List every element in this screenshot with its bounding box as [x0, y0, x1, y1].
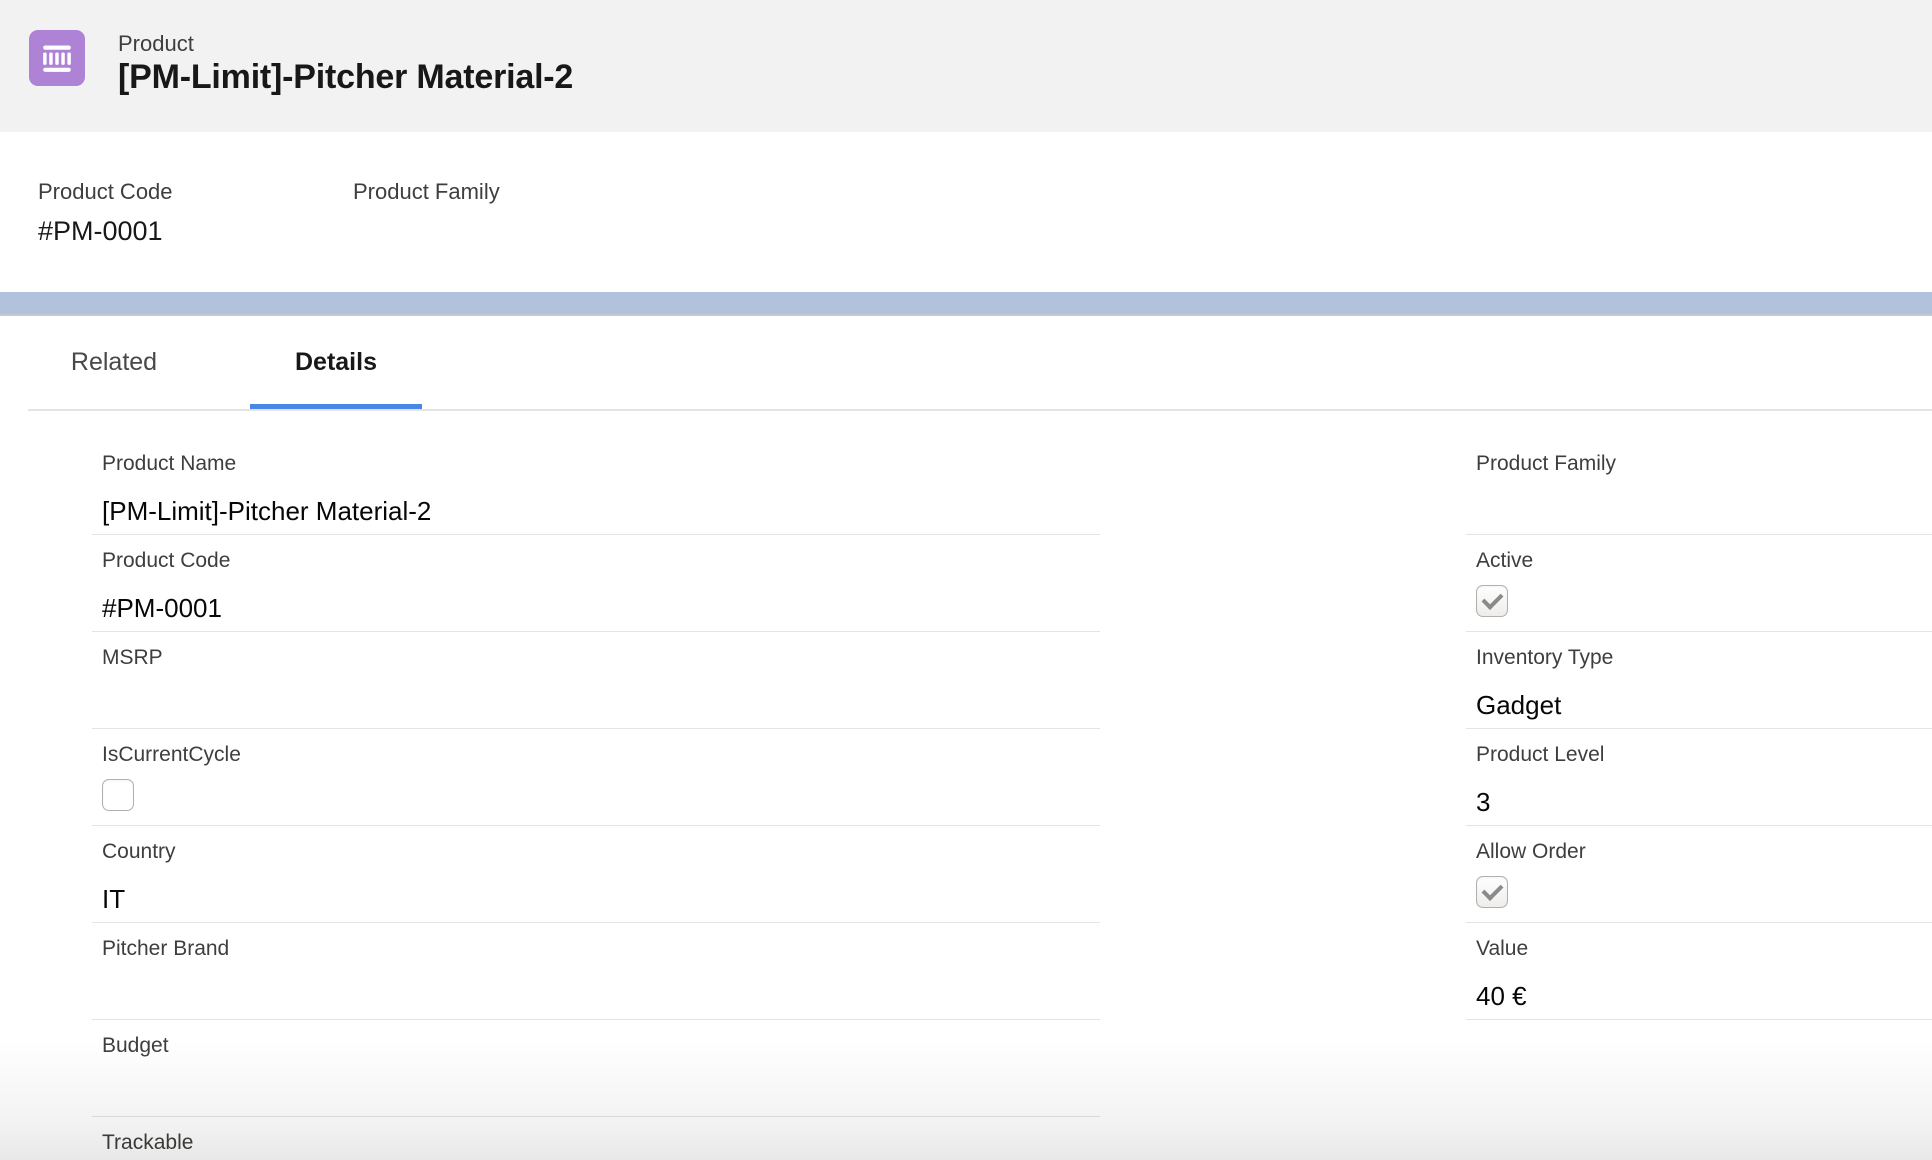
field-label: Inventory Type [1476, 645, 1932, 670]
tab-details[interactable]: Details [250, 316, 422, 409]
field-label: Trackable [102, 1130, 1100, 1155]
field-value: 3 [1476, 786, 1932, 819]
field-pitcher-brand: Pitcher Brand [92, 923, 1100, 1020]
details-left-column: Product Name [PM-Limit]-Pitcher Material… [92, 438, 1100, 1160]
field-label: Budget [102, 1033, 1100, 1058]
field-value [102, 1077, 1100, 1110]
details-right-column: Product Family Active Inventory Type Gad… [1466, 438, 1932, 1020]
field-label: Product Code [102, 548, 1100, 573]
field-label: Country [102, 839, 1100, 864]
field-label: Allow Order [1476, 839, 1932, 864]
field-label: Active [1476, 548, 1932, 573]
checkbox-checked-active[interactable] [1476, 585, 1508, 617]
field-label: Product Family [1476, 451, 1932, 476]
field-allow-order: Allow Order [1466, 826, 1932, 923]
field-product-level: Product Level 3 [1466, 729, 1932, 826]
field-label: Pitcher Brand [102, 936, 1100, 961]
field-value [1476, 876, 1932, 916]
field-msrp: MSRP [92, 632, 1100, 729]
section-divider-bar [0, 292, 1932, 316]
field-budget: Budget [92, 1020, 1100, 1117]
highlight-value: #PM-0001 [38, 215, 353, 248]
field-product-family: Product Family [1466, 438, 1932, 535]
field-value: IT [102, 883, 1100, 916]
field-trackable: Trackable [92, 1117, 1100, 1160]
record-title: [PM-Limit]-Pitcher Material-2 [118, 57, 573, 97]
field-label: Value [1476, 936, 1932, 961]
field-value: 40 € [1476, 980, 1932, 1013]
field-value: Value 40 € [1466, 923, 1932, 1020]
field-value [102, 779, 1100, 819]
highlight-value [353, 215, 500, 248]
field-value [1476, 585, 1932, 625]
highlight-product-code: Product Code #PM-0001 [38, 179, 353, 292]
highlight-product-family: Product Family [353, 179, 500, 292]
details-panel: Product Name [PM-Limit]-Pitcher Material… [0, 411, 1932, 1160]
field-country: Country IT [92, 826, 1100, 923]
field-label: Product Name [102, 451, 1100, 476]
field-value [1476, 495, 1932, 528]
field-value [102, 1155, 1100, 1160]
field-iscurrentcycle: IsCurrentCycle [92, 729, 1100, 826]
highlight-label: Product Family [353, 179, 500, 205]
field-product-name: Product Name [PM-Limit]-Pitcher Material… [92, 438, 1100, 535]
highlights-panel: Product Code #PM-0001 Product Family [0, 132, 1932, 292]
field-inventory-type: Inventory Type Gadget [1466, 632, 1932, 729]
field-label: Product Level [1476, 742, 1932, 767]
tab-related[interactable]: Related [28, 316, 200, 409]
checkbox-checked-allow-order[interactable] [1476, 876, 1508, 908]
field-label: IsCurrentCycle [102, 742, 1100, 767]
field-value: [PM-Limit]-Pitcher Material-2 [102, 495, 1100, 528]
field-active: Active [1466, 535, 1932, 632]
field-value [102, 689, 1100, 722]
field-label: MSRP [102, 645, 1100, 670]
product-record-page: Product [PM-Limit]-Pitcher Material-2 Pr… [0, 0, 1932, 1160]
tab-bar: Related Details [28, 316, 1932, 411]
highlight-label: Product Code [38, 179, 353, 205]
field-value [102, 980, 1100, 1013]
field-product-code: Product Code #PM-0001 [92, 535, 1100, 632]
header-titles: Product [PM-Limit]-Pitcher Material-2 [118, 30, 573, 97]
record-header: Product [PM-Limit]-Pitcher Material-2 [0, 0, 1932, 132]
field-value: Gadget [1476, 689, 1932, 722]
field-value: #PM-0001 [102, 592, 1100, 625]
checkbox-unchecked-iscurrentcycle[interactable] [102, 779, 134, 811]
product-icon [29, 30, 85, 86]
entity-label: Product [118, 30, 573, 57]
